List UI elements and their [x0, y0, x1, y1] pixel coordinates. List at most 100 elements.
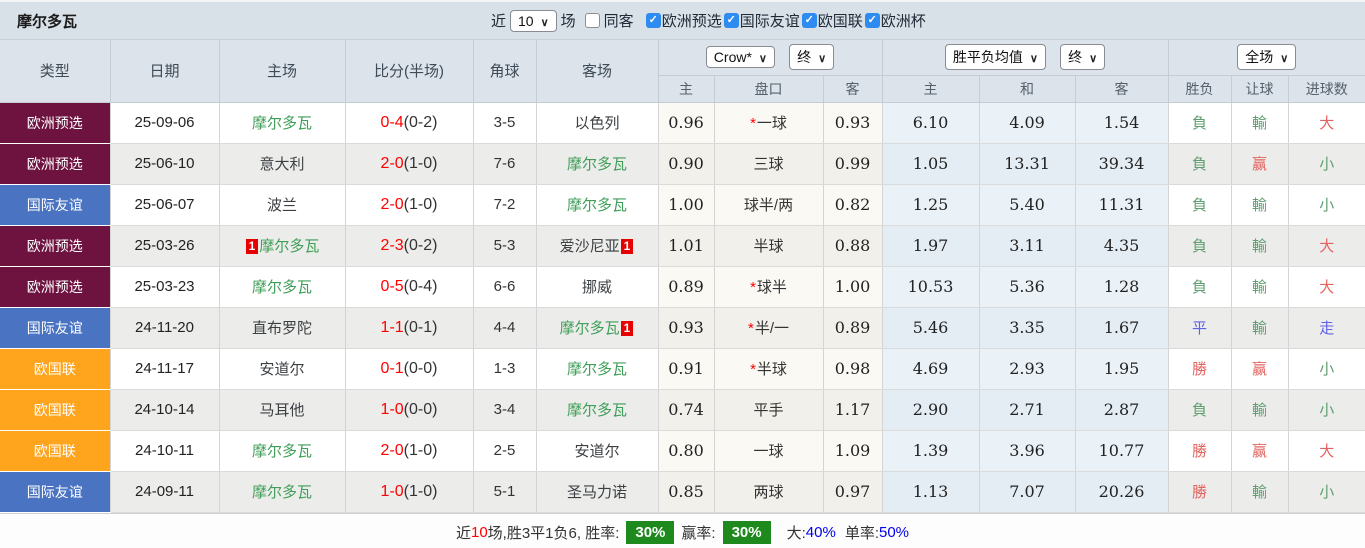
- half-time-score: (0-2): [403, 113, 438, 131]
- league-label-2: 欧国联: [817, 13, 863, 30]
- home-team: 摩尔多瓦: [219, 471, 346, 513]
- half-time-score: (0-0): [403, 359, 438, 377]
- match-date: 24-10-14: [110, 389, 220, 431]
- home-odds-value: 0.80: [668, 441, 704, 460]
- handicap-line: 半球: [714, 225, 824, 267]
- match-date: 24-10-11: [110, 430, 220, 472]
- half-time-score: (0-0): [403, 400, 438, 418]
- avg-home-value: 4.69: [912, 359, 949, 378]
- result-goals: 小: [1288, 471, 1365, 513]
- sub-header-odds-away: 客: [823, 75, 883, 103]
- match-score: 1-1(0-1): [345, 307, 474, 349]
- avg-home-odds: 10.53: [882, 266, 980, 308]
- result-outcome: 勝: [1168, 430, 1232, 472]
- match-date-value: 24-11-17: [135, 360, 194, 377]
- away-odds: 0.99: [823, 143, 883, 185]
- home-odds: 0.93: [658, 307, 715, 349]
- match-row: 国际友谊 24-09-11 摩尔多瓦 1-0(1-0) 5-1 圣马力诺 0.85 两球 0.9…: [0, 471, 1365, 513]
- result-outcome: 平: [1168, 307, 1232, 349]
- half-time-score: (0-2): [403, 236, 438, 254]
- odds-time-value: 终: [797, 49, 812, 66]
- home-odds-value: 0.96: [668, 113, 704, 132]
- same-away-checkbox[interactable]: [584, 13, 600, 28]
- home-team-name: 马耳他: [259, 402, 305, 419]
- result-outcome: 負: [1168, 225, 1232, 267]
- result-outcome-value: 負: [1192, 279, 1208, 296]
- match-count-select[interactable]: 10: [510, 9, 557, 32]
- match-score: 2-3(0-2): [345, 225, 474, 267]
- result-outcome-value: 負: [1192, 238, 1208, 255]
- home-team: 直布罗陀: [219, 307, 346, 349]
- league-checkbox-1[interactable]: [723, 13, 739, 28]
- away-odds-value: 0.98: [834, 359, 871, 378]
- home-odds: 1.01: [658, 225, 715, 267]
- home-team-name: 摩尔多瓦: [259, 238, 320, 255]
- avg-away-odds: 1.95: [1075, 348, 1169, 390]
- home-team: 摩尔多瓦: [219, 102, 346, 144]
- league-checkbox-3[interactable]: [864, 13, 880, 28]
- away-team-name: 摩尔多瓦: [566, 402, 627, 419]
- home-team: 马耳他: [219, 389, 346, 431]
- avg-draw-value: 5.40: [1009, 195, 1045, 214]
- away-team-name: 摩尔多瓦: [566, 156, 627, 173]
- sub-header-odds-home: 主: [658, 75, 715, 103]
- avg-away-value: 20.26: [1098, 482, 1145, 501]
- scope-select[interactable]: 全场: [1237, 44, 1297, 71]
- result-goals-value: 大: [1319, 279, 1335, 296]
- avg-away-value: 4.35: [1103, 236, 1140, 255]
- avg-draw-value: 3.11: [1009, 236, 1045, 255]
- away-odds: 0.93: [823, 102, 883, 144]
- corner-count: 7-2: [473, 184, 537, 226]
- avg-away-value: 10.77: [1098, 441, 1145, 460]
- result-handicap: 輸: [1231, 266, 1289, 308]
- avg-draw-odds: 5.40: [979, 184, 1076, 226]
- away-odds: 1.00: [823, 266, 883, 308]
- handicap-text: 球半/两: [743, 197, 794, 214]
- summary-recent-label: 近: [455, 524, 471, 542]
- home-team-name: 摩尔多瓦: [251, 443, 312, 460]
- big-rate-label: 大:: [786, 524, 806, 542]
- corner-value: 1-3: [493, 360, 516, 377]
- odds-company-select[interactable]: Crow*: [705, 46, 775, 69]
- handicap-text: 半/一: [754, 320, 789, 337]
- avg-away-odds: 4.35: [1075, 225, 1169, 267]
- home-team-name: 摩尔多瓦: [251, 484, 312, 501]
- result-handicap: 赢: [1231, 143, 1289, 185]
- match-date: 25-03-26: [110, 225, 220, 267]
- away-team-name: 以色列: [574, 115, 620, 132]
- avg-time-select[interactable]: 终: [1060, 44, 1106, 71]
- handicap-star: *: [747, 320, 754, 337]
- league-type-badge: 欧洲预选: [0, 102, 111, 144]
- home-team-name: 波兰: [266, 197, 297, 214]
- handicap-line: *一球: [714, 102, 824, 144]
- corner-value: 5-1: [493, 483, 516, 500]
- result-handicap-value: 輸: [1252, 484, 1268, 501]
- home-odds: 0.80: [658, 430, 715, 472]
- result-goals: 小: [1288, 348, 1365, 390]
- cover-rate-badge: 30%: [722, 520, 771, 544]
- avg-odds-select[interactable]: 胜平负均值: [944, 44, 1046, 71]
- result-handicap-value: 輸: [1252, 115, 1268, 132]
- odds-time-select[interactable]: 终: [789, 44, 835, 71]
- league-type-badge: 欧国联: [0, 389, 111, 431]
- result-outcome: 負: [1168, 389, 1232, 431]
- away-team: 以色列: [536, 102, 659, 144]
- half-time-score: (0-1): [403, 318, 438, 336]
- handicap-line: 三球: [714, 143, 824, 185]
- avg-odds-value: 胜平负均值: [952, 49, 1023, 66]
- avg-home-value: 1.13: [912, 482, 949, 501]
- handicap-line: *球半: [714, 266, 824, 308]
- avg-away-value: 1.28: [1103, 277, 1140, 296]
- league-checkbox-0[interactable]: [645, 13, 661, 28]
- match-date-value: 24-09-11: [135, 483, 194, 500]
- win-rate-badge: 30%: [626, 520, 675, 544]
- league-checkbox-2[interactable]: [801, 13, 817, 28]
- result-goals-value: 小: [1319, 484, 1335, 501]
- away-odds-value: 1.09: [834, 441, 871, 460]
- league-filter-1: 国际友谊: [723, 10, 800, 31]
- result-outcome-value: 負: [1192, 197, 1208, 214]
- league-type-label: 欧洲预选: [26, 278, 83, 295]
- league-type-label: 欧国联: [33, 401, 76, 418]
- avg-draw-odds: 2.93: [979, 348, 1076, 390]
- away-odds: 0.82: [823, 184, 883, 226]
